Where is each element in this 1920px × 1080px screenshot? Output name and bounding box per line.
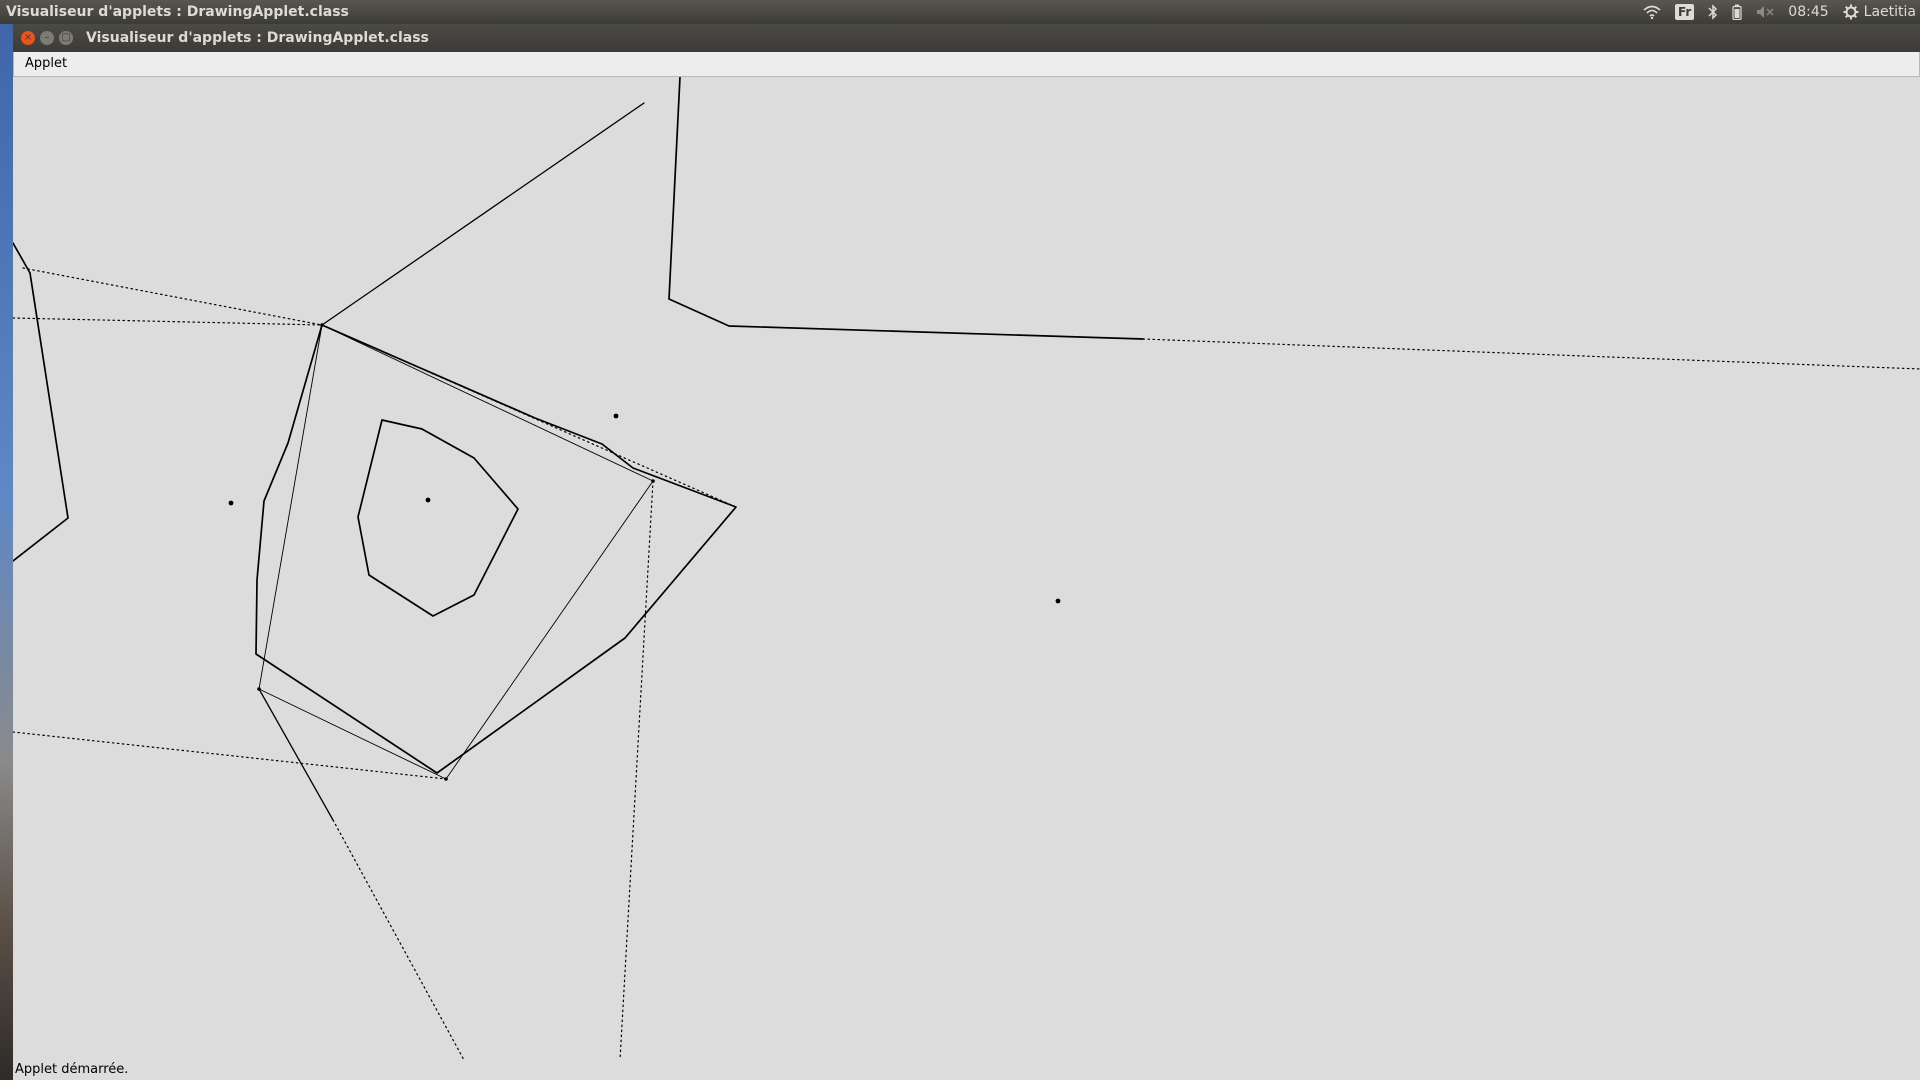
drawing-canvas[interactable] — [12, 76, 1920, 1061]
solid-line-bottom — [258, 688, 334, 821]
user-name: Laetitia — [1863, 4, 1916, 20]
point-upper-right — [613, 413, 619, 419]
active-window-title: Visualiseur d'applets : DrawingApplet.cl… — [6, 4, 349, 20]
indicator-area: Fr 08:45 Laetitia — [1643, 0, 1916, 24]
vertex-right — [651, 479, 655, 483]
user-menu[interactable]: Laetitia — [1843, 0, 1916, 24]
solid-polyline-top-right — [668, 76, 1144, 340]
applet-viewer-window: × – □ Visualiseur d'applets : DrawingApp… — [12, 24, 1920, 1080]
dotted-line-vertical — [619, 480, 654, 1061]
dotted-line-left-upper — [22, 267, 323, 326]
vertex-bottom — [444, 777, 448, 781]
menu-bar: Applet — [13, 52, 1920, 77]
vertex-top — [320, 323, 324, 327]
status-bar: Applet démarrée. — [13, 1060, 1920, 1080]
keyboard-layout-label: Fr — [1674, 4, 1695, 20]
battery-icon[interactable] — [1732, 0, 1742, 24]
keyboard-layout-indicator[interactable]: Fr — [1674, 0, 1695, 24]
window-titlebar[interactable]: × – □ Visualiseur d'applets : DrawingApp… — [13, 24, 1920, 52]
status-text: Applet démarrée. — [15, 1062, 129, 1077]
desktop-wallpaper-strip — [0, 24, 13, 1080]
minimize-button[interactable]: – — [40, 31, 54, 45]
point-center-inner — [425, 497, 431, 503]
dotted-line-left-lower — [12, 731, 447, 780]
menu-applet[interactable]: Applet — [23, 52, 69, 76]
thin-quadrilateral — [258, 324, 654, 780]
solid-polygon-main — [255, 324, 737, 774]
vertex-left — [257, 687, 261, 691]
solid-line-top — [321, 102, 645, 326]
dotted-line-bottom-left — [332, 819, 465, 1061]
drawing-surface — [12, 76, 1920, 1061]
desktop-top-panel: Visualiseur d'applets : DrawingApplet.cl… — [0, 0, 1920, 24]
dotted-line-right-long — [1142, 338, 1920, 370]
point-far-right — [1055, 598, 1061, 604]
maximize-button[interactable]: □ — [59, 31, 73, 45]
point-left — [228, 500, 234, 506]
volume-muted-icon[interactable] — [1756, 0, 1774, 24]
close-button[interactable]: × — [21, 31, 35, 45]
bluetooth-icon[interactable] — [1708, 0, 1718, 24]
inner-polygon — [357, 419, 519, 617]
clock[interactable]: 08:45 — [1788, 0, 1828, 24]
solid-polyline-left — [12, 242, 69, 562]
wifi-icon[interactable] — [1643, 0, 1661, 24]
gear-icon — [1843, 4, 1859, 20]
window-title: Visualiseur d'applets : DrawingApplet.cl… — [86, 30, 429, 46]
dotted-line-left-mid — [12, 317, 323, 326]
